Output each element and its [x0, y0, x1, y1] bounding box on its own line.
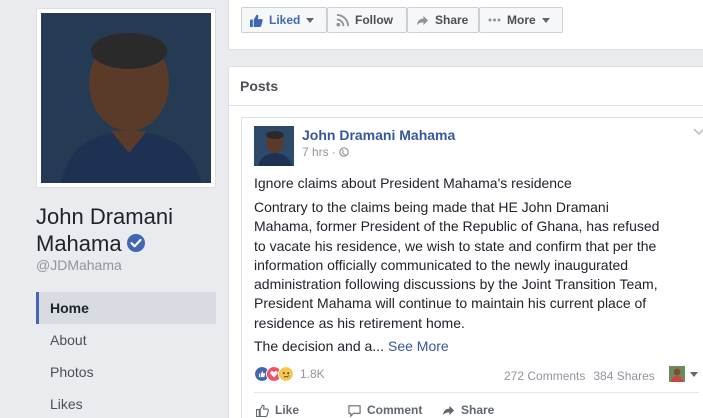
shares-count[interactable]: 384 Shares	[593, 369, 654, 383]
ellipsis-icon	[488, 18, 501, 22]
post-author-avatar[interactable]	[254, 126, 294, 166]
share-post-button[interactable]: Share	[442, 398, 536, 418]
follow-button[interactable]: Follow	[327, 7, 407, 33]
comment-icon	[348, 404, 361, 417]
divider	[254, 392, 699, 393]
nav-item-likes[interactable]: Likes	[36, 388, 216, 418]
share-arrow-icon	[442, 405, 455, 415]
chevron-down-icon	[306, 17, 315, 23]
post-timestamp[interactable]: 7 hrs	[302, 145, 329, 159]
liked-button[interactable]: Liked	[241, 7, 327, 33]
nav-item-about[interactable]: About	[36, 324, 216, 356]
profile-picture-frame[interactable]	[36, 8, 216, 188]
liked-label: Liked	[269, 13, 301, 27]
more-button[interactable]: More	[479, 7, 563, 33]
post-truncated-line: The decision and a... See More	[254, 338, 449, 354]
reactions-summary[interactable]: 1.8K	[254, 366, 325, 382]
posts-section: Posts John Dramani Mahama 7 hrs · Ignore…	[228, 66, 703, 418]
chevron-down-icon	[541, 17, 550, 23]
posts-header: Posts	[240, 78, 279, 94]
page-action-bar: Liked Follow Share More	[228, 0, 703, 50]
nav-item-photos[interactable]: Photos	[36, 356, 216, 388]
post-options-chevron-icon[interactable]	[693, 128, 703, 136]
share-post-label: Share	[461, 403, 495, 417]
post-actions: Like Comment Share	[254, 398, 699, 418]
sad-reaction-icon	[278, 366, 294, 382]
thumbs-up-icon	[250, 14, 263, 27]
post: John Dramani Mahama 7 hrs · Ignore claim…	[241, 117, 703, 418]
share-label: Share	[435, 13, 469, 27]
post-body: Contrary to the claims being made that H…	[254, 199, 660, 331]
verified-badge-icon	[126, 234, 145, 252]
comment-as-selector[interactable]	[669, 366, 698, 382]
page-title: John Dramani Mahama	[36, 203, 216, 257]
nav-item-home[interactable]: Home	[36, 292, 216, 324]
divider	[229, 105, 703, 106]
post-meta: 7 hrs ·	[302, 145, 349, 159]
profile-picture[interactable]	[41, 13, 211, 183]
post-author-name[interactable]: John Dramani Mahama	[302, 127, 455, 143]
engagement-counts: 272 Comments 384 Shares	[504, 369, 655, 383]
comment-button[interactable]: Comment	[348, 398, 442, 418]
like-label: Like	[275, 403, 300, 417]
page-name-text: John Dramani Mahama	[36, 204, 173, 256]
comments-count[interactable]: 272 Comments	[504, 369, 585, 383]
viewer-avatar	[669, 366, 685, 382]
see-more-link[interactable]: See More	[388, 338, 449, 354]
share-arrow-icon	[416, 15, 429, 25]
share-button[interactable]: Share	[407, 7, 479, 33]
rss-icon	[336, 13, 349, 27]
more-label: More	[507, 13, 536, 27]
chevron-down-icon	[690, 371, 698, 377]
post-title: Ignore claims about President Mahama's r…	[254, 175, 572, 191]
page-nav: Home About Photos Likes	[36, 292, 216, 418]
globe-icon	[338, 147, 349, 157]
thumbs-up-icon	[256, 404, 269, 417]
comment-label: Comment	[367, 403, 423, 417]
follow-label: Follow	[355, 13, 393, 27]
page-handle[interactable]: @JDMahama	[36, 257, 122, 273]
reactions-count[interactable]: 1.8K	[300, 367, 325, 381]
like-button[interactable]: Like	[254, 398, 348, 418]
post-truncated-text: The decision and a...	[254, 338, 384, 354]
separator-dot: ·	[331, 145, 336, 159]
